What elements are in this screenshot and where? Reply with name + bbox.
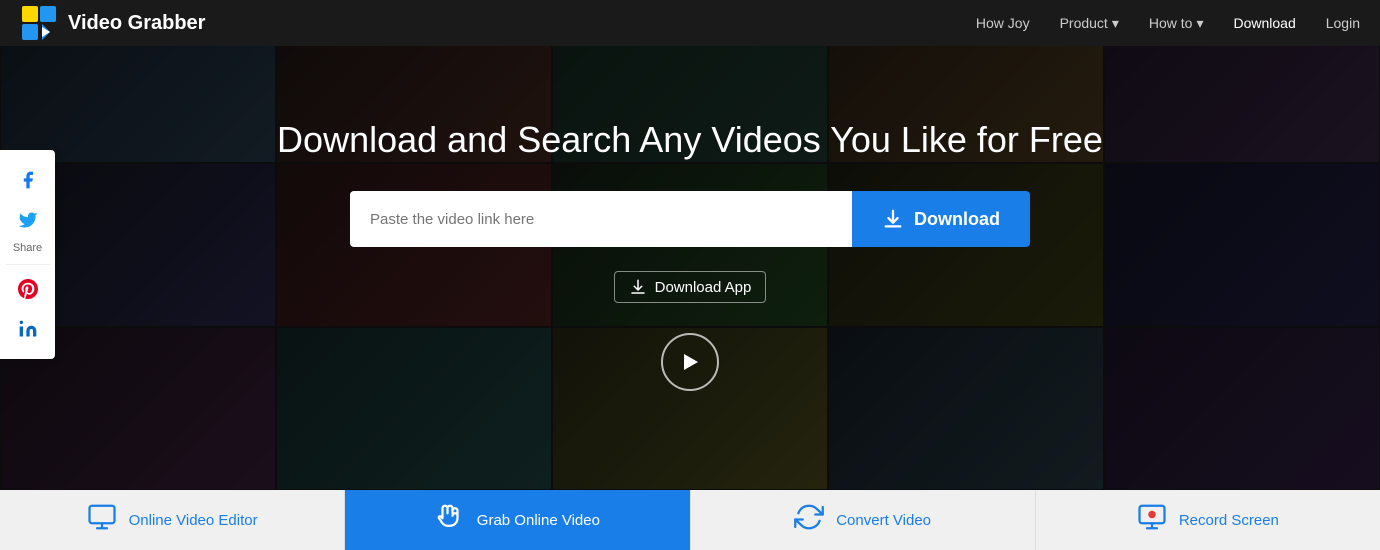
record-screen-label: Record Screen (1179, 512, 1279, 529)
hero-content: Download and Search Any Videos You Like … (0, 0, 1380, 490)
nav-login[interactable]: Login (1326, 15, 1360, 31)
nav-howto[interactable]: How to ▾ (1149, 15, 1204, 32)
chevron-down-icon-2: ▾ (1196, 15, 1203, 32)
toolbar-convert-video[interactable]: Convert Video (691, 490, 1036, 550)
nav-product[interactable]: Product ▾ (1060, 15, 1119, 32)
social-divider (6, 264, 50, 265)
twitter-share-button[interactable] (8, 200, 48, 240)
share-label: Share (13, 242, 42, 254)
download-app-link[interactable]: Download App (614, 271, 767, 303)
nav-howjoy: How Joy (976, 15, 1030, 31)
record-icon (1137, 502, 1167, 538)
grab-video-label: Grab Online Video (477, 512, 600, 529)
logo-icon (20, 4, 58, 42)
social-sidebar: Share (0, 150, 55, 359)
navbar: Video Grabber How Joy Product ▾ How to ▾… (0, 0, 1380, 46)
nav-links: How Joy Product ▾ How to ▾ Download Logi… (976, 15, 1360, 32)
hero-section: Download and Search Any Videos You Like … (0, 0, 1380, 490)
chevron-down-icon: ▾ (1112, 15, 1119, 32)
monitor-icon (87, 502, 117, 538)
toolbar-record-screen[interactable]: Record Screen (1036, 490, 1380, 550)
hero-title: Download and Search Any Videos You Like … (277, 119, 1103, 161)
search-input[interactable] (350, 191, 852, 247)
convert-video-label: Convert Video (836, 512, 931, 529)
linkedin-share-button[interactable] (8, 309, 48, 349)
toolbar-grab-video[interactable]: Grab Online Video (345, 490, 690, 550)
play-button[interactable] (661, 333, 719, 391)
nav-download[interactable]: Download (1233, 15, 1295, 31)
toolbar-video-editor[interactable]: Online Video Editor (0, 490, 345, 550)
download-icon (882, 208, 904, 230)
pinterest-share-button[interactable] (8, 269, 48, 309)
download-app-icon (629, 278, 647, 296)
bottom-toolbar: Online Video Editor Grab Online Video Co… (0, 490, 1380, 550)
logo-area: Video Grabber (20, 4, 976, 42)
refresh-icon (794, 502, 824, 538)
facebook-share-button[interactable] (8, 160, 48, 200)
hand-icon (435, 502, 465, 538)
logo-text: Video Grabber (68, 12, 205, 35)
download-button[interactable]: Download (852, 191, 1030, 247)
play-icon (678, 350, 702, 374)
search-bar: Download (350, 191, 1030, 247)
video-editor-label: Online Video Editor (129, 512, 258, 529)
